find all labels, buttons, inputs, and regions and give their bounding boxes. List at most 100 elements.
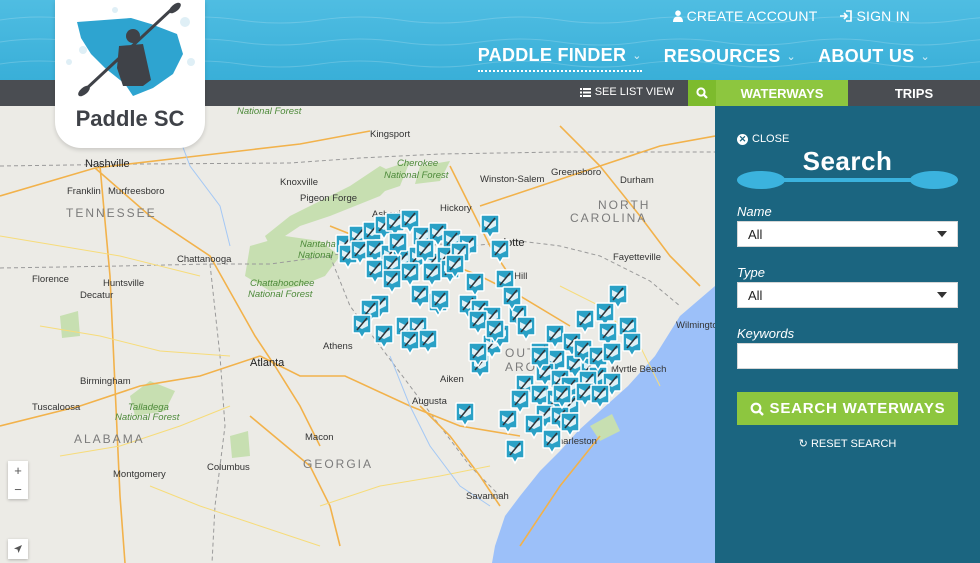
keywords-input[interactable]	[737, 343, 958, 369]
label-aiken: Aiken	[440, 374, 464, 385]
label-nantahala-2: National	[298, 250, 333, 261]
close-button[interactable]: ✕ CLOSE	[737, 133, 789, 145]
paddle-divider-icon	[737, 171, 958, 189]
type-label: Type	[737, 265, 765, 280]
keywords-label: Keywords	[737, 326, 795, 341]
label-murfreesboro: Murfreesboro	[108, 186, 165, 197]
waterway-marker-icon[interactable]	[498, 409, 518, 435]
label-wilmington: Wilmington	[676, 320, 715, 331]
waterway-marker-icon[interactable]	[590, 384, 610, 410]
waterway-marker-icon[interactable]	[480, 214, 500, 240]
label-hickory: Hickory	[440, 203, 472, 214]
zoom-in-button[interactable]: +	[8, 461, 28, 480]
label-greensboro: Greensboro	[551, 167, 602, 178]
chevron-down-icon: ⌄	[786, 51, 797, 63]
search-toggle-button[interactable]	[688, 80, 716, 106]
location-arrow-icon	[14, 545, 22, 553]
label-huntsville: Huntsville	[103, 278, 145, 289]
sign-in-label: SIGN IN	[856, 8, 910, 24]
label-fayetteville: Fayetteville	[613, 252, 662, 263]
label-nantahala-1: Nantaha	[300, 239, 336, 250]
search-icon	[750, 402, 764, 416]
label-augusta: Augusta	[412, 396, 447, 407]
chevron-down-icon: ⌄	[632, 50, 642, 62]
waterway-marker-icon[interactable]	[352, 314, 372, 340]
label-decatur: Decatur	[80, 290, 114, 301]
sign-in-link[interactable]: SIGN IN	[839, 8, 910, 24]
nav-resources[interactable]: RESOURCES ⌄	[664, 45, 796, 72]
waterway-marker-icon[interactable]	[505, 439, 525, 465]
label-georgia: GEORGIA	[303, 457, 374, 471]
waterway-marker-icon[interactable]	[516, 316, 536, 342]
label-national-forest: National Forest	[237, 106, 302, 117]
close-label: CLOSE	[752, 133, 790, 145]
account-links: CREATE ACCOUNT SIGN IN	[672, 8, 910, 24]
label-montgomery: Montgomery	[113, 469, 166, 480]
search-waterways-button[interactable]: SEARCH WATERWAYS	[737, 392, 958, 425]
waterway-marker-icon[interactable]	[430, 289, 450, 315]
zoom-out-button[interactable]: −	[8, 480, 28, 499]
see-list-view-link[interactable]: SEE LIST VIEW	[579, 86, 674, 98]
label-chattahoochee-2: National Forest	[248, 289, 313, 300]
waterway-marker-icon[interactable]	[374, 324, 394, 350]
nav-about-us-label: ABOUT US	[818, 46, 915, 66]
zoom-control: + −	[8, 461, 28, 499]
nav-paddle-finder-label: PADDLE FINDER	[477, 45, 627, 65]
chevron-down-icon: ⌄	[920, 51, 930, 63]
label-florence: Florence	[32, 274, 69, 285]
waterway-marker-icon[interactable]	[418, 329, 438, 355]
create-account-link[interactable]: CREATE ACCOUNT	[672, 8, 818, 24]
label-columbus: Columbus	[207, 462, 250, 473]
waterway-marker-icon[interactable]	[502, 286, 522, 312]
waterway-map[interactable]: TENNESSEE NORTH CAROLINA ALABAMA GEORGIA…	[0, 106, 715, 563]
label-winston-salem: Winston-Salem	[480, 174, 545, 185]
search-panel: ✕ CLOSE Search Name All Type All Keyword…	[715, 106, 980, 563]
name-label: Name	[737, 204, 772, 219]
nav-about-us[interactable]: ABOUT US ⌄	[818, 45, 930, 72]
label-pigeon-forge: Pigeon Forge	[300, 193, 358, 204]
waterway-marker-icon[interactable]	[400, 330, 420, 356]
waterway-marker-icon[interactable]	[542, 429, 562, 455]
label-chattahoochee-1: Chattahoochee	[250, 278, 315, 289]
waterway-marker-icon[interactable]	[622, 332, 642, 358]
waterway-marker-icon[interactable]	[468, 342, 488, 368]
waterway-marker-icon[interactable]	[602, 342, 622, 368]
waterway-marker-icon[interactable]	[445, 254, 465, 280]
logo-text: Paddle SC	[75, 106, 185, 131]
waterway-marker-icon[interactable]	[455, 402, 475, 428]
search-waterways-label: SEARCH WATERWAYS	[769, 400, 946, 417]
label-kingsport: Kingsport	[370, 129, 411, 140]
label-talladega-2: National Forest	[115, 412, 180, 423]
waterway-marker-icon[interactable]	[608, 284, 628, 310]
waterway-marker-icon[interactable]	[388, 232, 408, 258]
label-cherokee-1: Cherokee	[397, 158, 439, 169]
label-north-carolina-1: NORTH	[598, 198, 651, 212]
tab-waterways[interactable]: WATERWAYS	[716, 80, 848, 106]
label-macon: Macon	[305, 432, 334, 443]
waterway-marker-icon[interactable]	[530, 346, 550, 372]
waterway-marker-icon[interactable]	[575, 309, 595, 335]
caret-down-icon	[937, 231, 947, 237]
type-select[interactable]: All	[737, 282, 958, 308]
create-account-label: CREATE ACCOUNT	[686, 8, 818, 24]
waterway-marker-icon[interactable]	[560, 412, 580, 438]
waterway-marker-icon[interactable]	[552, 384, 572, 410]
label-knoxville: Knoxville	[280, 177, 319, 188]
reset-search-link[interactable]: ↻ RESET SEARCH	[715, 437, 980, 450]
label-nashville: Nashville	[85, 158, 130, 170]
name-select[interactable]: All	[737, 221, 958, 247]
locate-button[interactable]	[8, 539, 28, 559]
label-atlanta: Atlanta	[250, 357, 285, 369]
label-athens: Athens	[323, 341, 353, 352]
nav-paddle-finder[interactable]: PADDLE FINDER ⌄	[477, 45, 642, 72]
name-select-value: All	[748, 226, 763, 242]
site-logo[interactable]: Paddle SC	[55, 0, 205, 148]
waterway-marker-icon[interactable]	[485, 319, 505, 345]
see-list-view-label: SEE LIST VIEW	[594, 86, 674, 98]
refresh-icon: ↻	[798, 438, 808, 450]
waterway-marker-icon[interactable]	[422, 262, 442, 288]
waterway-marker-icon[interactable]	[524, 414, 544, 440]
tab-trips[interactable]: TRIPS	[848, 80, 980, 106]
waterway-marker-icon[interactable]	[382, 269, 402, 295]
waterway-marker-icon[interactable]	[490, 239, 510, 265]
